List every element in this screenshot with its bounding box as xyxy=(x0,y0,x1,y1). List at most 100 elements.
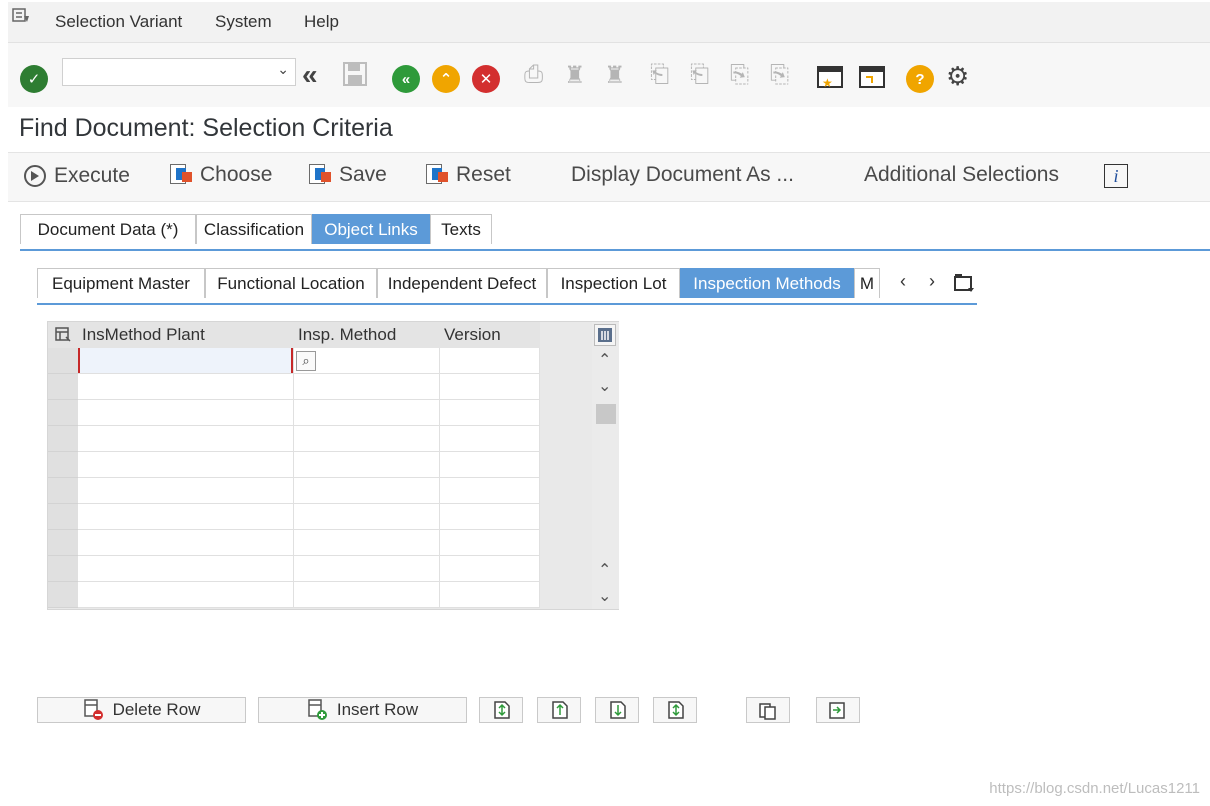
subtab-inspection-methods[interactable]: Inspection Methods xyxy=(680,268,854,298)
print-icon[interactable]: ⎙ xyxy=(524,61,543,89)
row-selector[interactable] xyxy=(48,504,78,530)
chevron-left-icon[interactable]: ‹ xyxy=(900,271,906,292)
new-session-icon[interactable] xyxy=(858,65,888,96)
table-cell-insp-method[interactable] xyxy=(294,556,440,582)
column-header-insmethod-plant[interactable]: InsMethod Plant xyxy=(78,322,294,348)
table-settings-icon[interactable] xyxy=(48,322,78,348)
save-icon[interactable] xyxy=(342,61,368,94)
back-nav-icon[interactable]: « xyxy=(392,65,420,93)
table-cell-version[interactable] xyxy=(440,504,540,530)
table-cell-version[interactable] xyxy=(440,400,540,426)
row-selector[interactable] xyxy=(48,530,78,556)
scroll-page-up-icon[interactable]: ⌃ xyxy=(598,560,611,580)
table-cell-plant[interactable] xyxy=(78,348,294,374)
table-cell-version[interactable] xyxy=(440,556,540,582)
tab-texts[interactable]: Texts xyxy=(430,214,492,244)
last-row-button[interactable] xyxy=(653,697,697,723)
table-cell-plant[interactable] xyxy=(78,556,294,582)
additional-selections-button[interactable]: Additional Selections xyxy=(864,163,1059,187)
table-cell-insp-method[interactable] xyxy=(294,400,440,426)
row-selector[interactable] xyxy=(48,582,78,608)
table-cell-insp-method[interactable]: ⌕ xyxy=(294,348,440,374)
cancel-icon[interactable]: ✕ xyxy=(472,65,500,93)
subtab-independent-defect[interactable]: Independent Defect xyxy=(377,268,547,298)
value-help-icon[interactable]: ⌕ xyxy=(296,351,316,371)
save-variant-button[interactable]: Save xyxy=(309,163,387,187)
delete-row-button[interactable]: Delete Row xyxy=(37,697,246,723)
tab-document-data[interactable]: Document Data (*) xyxy=(20,214,196,244)
scroll-up-icon[interactable]: ⌃ xyxy=(598,350,611,370)
subtab-inspection-lot[interactable]: Inspection Lot xyxy=(547,268,680,298)
table-cell-plant[interactable] xyxy=(78,478,294,504)
menu-item-system[interactable]: System xyxy=(215,12,272,32)
chevron-right-icon[interactable]: › xyxy=(929,271,935,292)
last-page-icon[interactable]: ⎘ xyxy=(770,61,789,89)
table-cell-insp-method[interactable] xyxy=(294,478,440,504)
row-selector[interactable] xyxy=(48,348,78,374)
next-page-icon[interactable]: ⎘ xyxy=(730,61,749,89)
find-next-icon[interactable]: ♜ xyxy=(604,61,626,90)
scroll-down-icon[interactable]: ⌄ xyxy=(598,376,611,396)
display-document-as-button[interactable]: Display Document As ... xyxy=(571,163,794,187)
first-page-icon[interactable]: ⎗ xyxy=(650,61,669,89)
menu-icon[interactable] xyxy=(12,8,30,24)
previous-row-button[interactable] xyxy=(537,697,581,723)
copy-button[interactable] xyxy=(746,697,790,723)
tab-object-links[interactable]: Object Links xyxy=(312,214,430,244)
subtab-equipment-master[interactable]: Equipment Master xyxy=(37,268,205,298)
first-row-button[interactable] xyxy=(479,697,523,723)
table-cell-plant[interactable] xyxy=(78,426,294,452)
row-selector[interactable] xyxy=(48,556,78,582)
menu-item-help[interactable]: Help xyxy=(304,12,339,32)
next-row-button[interactable] xyxy=(595,697,639,723)
scrollbar-thumb[interactable] xyxy=(596,404,616,424)
column-config-icon[interactable] xyxy=(594,324,616,346)
column-header-insp-method[interactable]: Insp. Method xyxy=(294,322,440,348)
table-cell-version[interactable] xyxy=(440,478,540,504)
table-cell-plant[interactable] xyxy=(78,452,294,478)
table-cell-insp-method[interactable] xyxy=(294,452,440,478)
paste-button[interactable] xyxy=(816,697,860,723)
execute-button[interactable]: Execute xyxy=(22,163,130,189)
table-cell-plant[interactable] xyxy=(78,374,294,400)
table-cell-plant[interactable] xyxy=(78,582,294,608)
tab-list-icon[interactable] xyxy=(954,273,976,298)
table-cell-version[interactable] xyxy=(440,582,540,608)
back-icon[interactable]: « xyxy=(302,59,318,91)
info-icon[interactable]: i xyxy=(1104,164,1128,188)
table-cell-plant[interactable] xyxy=(78,400,294,426)
choose-button[interactable]: Choose xyxy=(170,163,272,187)
table-cell-version[interactable] xyxy=(440,374,540,400)
help-icon[interactable]: ? xyxy=(906,65,934,93)
table-cell-insp-method[interactable] xyxy=(294,504,440,530)
scroll-page-down-icon[interactable]: ⌄ xyxy=(598,586,611,606)
table-cell-plant[interactable] xyxy=(78,504,294,530)
table-cell-version[interactable] xyxy=(440,530,540,556)
table-cell-insp-method[interactable] xyxy=(294,582,440,608)
table-cell-version[interactable] xyxy=(440,426,540,452)
table-cell-insp-method[interactable] xyxy=(294,530,440,556)
tab-classification[interactable]: Classification xyxy=(196,214,312,244)
subtab-functional-location[interactable]: Functional Location xyxy=(205,268,377,298)
row-selector[interactable] xyxy=(48,400,78,426)
settings-icon[interactable]: ⚙ xyxy=(946,61,969,92)
exit-icon[interactable]: ⌃ xyxy=(432,65,460,93)
table-cell-version[interactable] xyxy=(440,348,540,374)
command-field[interactable]: ⌄ xyxy=(62,58,296,86)
table-cell-version[interactable] xyxy=(440,452,540,478)
reset-button[interactable]: Reset xyxy=(426,163,511,187)
menu-item-selection-variant[interactable]: Selection Variant xyxy=(55,12,182,32)
chevron-down-icon[interactable]: ⌄ xyxy=(277,61,289,78)
row-selector[interactable] xyxy=(48,426,78,452)
find-icon[interactable]: ♜ xyxy=(564,61,586,90)
create-shortcut-icon[interactable]: ★ xyxy=(816,65,844,96)
row-selector[interactable] xyxy=(48,452,78,478)
column-header-version[interactable]: Version xyxy=(440,322,540,348)
insert-row-button[interactable]: Insert Row xyxy=(258,697,467,723)
enter-icon[interactable]: ✓ xyxy=(20,65,48,93)
table-cell-insp-method[interactable] xyxy=(294,426,440,452)
row-selector[interactable] xyxy=(48,478,78,504)
table-cell-insp-method[interactable] xyxy=(294,374,440,400)
vertical-scrollbar[interactable]: ⌃ ⌄ ⌃ ⌄ xyxy=(592,322,619,609)
table-cell-plant[interactable] xyxy=(78,530,294,556)
